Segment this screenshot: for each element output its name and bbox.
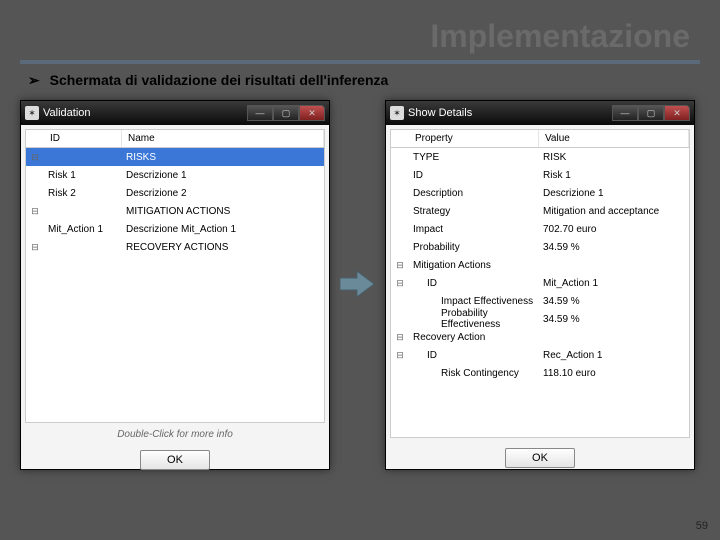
- maximize-button[interactable]: ▢: [273, 105, 299, 121]
- hint-text: Double-Click for more info: [25, 429, 325, 440]
- cell-value: RISK: [539, 152, 689, 163]
- expander-icon[interactable]: ⊟: [26, 242, 44, 253]
- table-row[interactable]: Risk Contingency118.10 euro: [391, 364, 689, 382]
- table-row[interactable]: TYPERISK: [391, 148, 689, 166]
- cell-property: Impact: [409, 224, 539, 235]
- cell-name: Descrizione 1: [122, 170, 324, 181]
- cell-property: ID: [409, 170, 539, 181]
- table-row[interactable]: Risk 2Descrizione 2: [26, 184, 324, 202]
- expander-icon[interactable]: ⊟: [26, 152, 44, 163]
- cell-property: Mitigation Actions: [409, 260, 539, 271]
- table-row[interactable]: StrategyMitigation and acceptance: [391, 202, 689, 220]
- ok-button[interactable]: OK: [505, 448, 575, 468]
- table-row[interactable]: ⊟Recovery Action: [391, 328, 689, 346]
- cell-id: Risk 1: [44, 170, 122, 181]
- window-title: Validation: [43, 107, 91, 119]
- maximize-button[interactable]: ▢: [638, 105, 664, 121]
- cell-value: 702.70 euro: [539, 224, 689, 235]
- table-row[interactable]: ⊟ MITIGATION ACTIONS: [26, 202, 324, 220]
- table-row[interactable]: ⊟IDMit_Action 1: [391, 274, 689, 292]
- validation-window: ✶ Validation — ▢ ✕ ID Name ⊟RISKSRisk 1D…: [20, 100, 330, 470]
- cell-property: Probability: [409, 242, 539, 253]
- table-row[interactable]: Mit_Action 1Descrizione Mit_Action 1: [26, 220, 324, 238]
- cell-property: ID: [409, 278, 539, 289]
- titlebar[interactable]: ✶ Validation — ▢ ✕: [21, 101, 329, 125]
- table-row[interactable]: ⊟ RECOVERY ACTIONS: [26, 238, 324, 256]
- table-row[interactable]: Probability Effectiveness34.59 %: [391, 310, 689, 328]
- table-row[interactable]: Risk 1Descrizione 1: [26, 166, 324, 184]
- page-number: 59: [696, 520, 708, 532]
- table-row[interactable]: ⊟IDRec_Action 1: [391, 346, 689, 364]
- cell-value: 34.59 %: [539, 314, 689, 325]
- column-id[interactable]: ID: [44, 130, 122, 147]
- cell-value: Mitigation and acceptance: [539, 206, 689, 217]
- ok-button[interactable]: OK: [140, 450, 210, 470]
- grid-header: ID Name: [25, 129, 325, 148]
- cell-name: MITIGATION ACTIONS: [122, 206, 324, 217]
- cell-value: Rec_Action 1: [539, 350, 689, 361]
- column-property[interactable]: Property: [409, 130, 539, 147]
- cell-property: Strategy: [409, 206, 539, 217]
- cell-property: Risk Contingency: [409, 368, 539, 379]
- expander-icon[interactable]: ⊟: [391, 332, 409, 343]
- expander-icon[interactable]: ⊟: [391, 350, 409, 361]
- table-row[interactable]: Impact702.70 euro: [391, 220, 689, 238]
- cell-value: Risk 1: [539, 170, 689, 181]
- column-name[interactable]: Name: [122, 130, 324, 147]
- close-button[interactable]: ✕: [664, 105, 690, 121]
- bullet-icon: ➢: [28, 72, 40, 88]
- slide-caption: ➢ Schermata di validazione dei risultati…: [28, 72, 388, 89]
- grid-header: Property Value: [390, 129, 690, 148]
- cell-property: ID: [409, 350, 539, 361]
- close-button[interactable]: ✕: [299, 105, 325, 121]
- cell-name: RISKS: [122, 152, 324, 163]
- column-value[interactable]: Value: [539, 130, 689, 147]
- title-underline: [20, 60, 700, 64]
- grid-body[interactable]: TYPERISKIDRisk 1DescriptionDescrizione 1…: [390, 148, 690, 438]
- cell-value: Descrizione 1: [539, 188, 689, 199]
- cell-property: Recovery Action: [409, 332, 539, 343]
- window-title: Show Details: [408, 107, 472, 119]
- cell-name: Descrizione 2: [122, 188, 324, 199]
- expander-icon[interactable]: ⊟: [391, 260, 409, 271]
- grid-body[interactable]: ⊟RISKSRisk 1Descrizione 1Risk 2Descrizio…: [25, 148, 325, 423]
- cell-property: Probability Effectiveness: [409, 308, 539, 330]
- cell-name: Descrizione Mit_Action 1: [122, 224, 324, 235]
- table-row[interactable]: ⊟Mitigation Actions: [391, 256, 689, 274]
- arrow-icon: [340, 270, 374, 298]
- table-row[interactable]: DescriptionDescrizione 1: [391, 184, 689, 202]
- cell-value: Mit_Action 1: [539, 278, 689, 289]
- app-icon: ✶: [25, 106, 39, 120]
- minimize-button[interactable]: —: [247, 105, 273, 121]
- details-window: ✶ Show Details — ▢ ✕ Property Value TYPE…: [385, 100, 695, 470]
- table-row[interactable]: ⊟ RISKS: [26, 148, 324, 166]
- cell-property: Description: [409, 188, 539, 199]
- titlebar[interactable]: ✶ Show Details — ▢ ✕: [386, 101, 694, 125]
- table-row[interactable]: IDRisk 1: [391, 166, 689, 184]
- minimize-button[interactable]: —: [612, 105, 638, 121]
- cell-id: Risk 2: [44, 188, 122, 199]
- cell-value: 118.10 euro: [539, 368, 689, 379]
- cell-value: 34.59 %: [539, 296, 689, 307]
- slide-title: Implementazione: [430, 18, 690, 55]
- app-icon: ✶: [390, 106, 404, 120]
- cell-name: RECOVERY ACTIONS: [122, 242, 324, 253]
- cell-property: Impact Effectiveness: [409, 296, 539, 307]
- expander-icon[interactable]: ⊟: [26, 206, 44, 217]
- cell-value: 34.59 %: [539, 242, 689, 253]
- table-row[interactable]: Probability34.59 %: [391, 238, 689, 256]
- caption-text: Schermata di validazione dei risultati d…: [50, 72, 389, 88]
- cell-property: TYPE: [409, 152, 539, 163]
- cell-id: Mit_Action 1: [44, 224, 122, 235]
- expander-icon[interactable]: ⊟: [391, 278, 409, 289]
